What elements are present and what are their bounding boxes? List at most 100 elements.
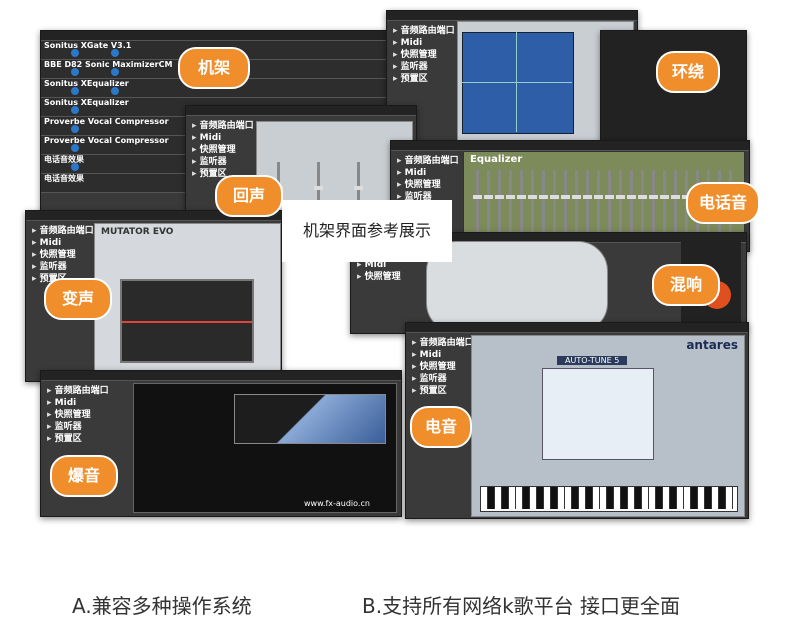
- piano-key[interactable]: [614, 487, 621, 509]
- sidebar-item[interactable]: 快照管理: [47, 409, 109, 421]
- piano-key[interactable]: [705, 487, 712, 509]
- sidebar-item[interactable]: 快照管理: [357, 271, 419, 283]
- piano-key[interactable]: [572, 487, 579, 509]
- piano-key[interactable]: [530, 487, 537, 509]
- sidebar-item[interactable]: 快照管理: [412, 361, 474, 373]
- piano-key[interactable]: [663, 487, 670, 509]
- piano-keyboard[interactable]: [480, 486, 738, 512]
- eq-fader[interactable]: [671, 170, 680, 232]
- eq-fader[interactable]: [550, 170, 559, 232]
- rack-titlebar: [41, 31, 396, 41]
- sidebar-item[interactable]: 快照管理: [32, 249, 94, 261]
- piano-key[interactable]: [670, 487, 677, 509]
- sidebar-item[interactable]: 音频路由端口: [393, 25, 455, 37]
- piano-key[interactable]: [509, 487, 516, 509]
- eq-fader[interactable]: [484, 170, 493, 232]
- eq-fader[interactable]: [528, 170, 537, 232]
- piano-key[interactable]: [677, 487, 684, 509]
- eq-fader[interactable]: [583, 170, 592, 232]
- sidebar-item[interactable]: Midi: [412, 349, 474, 361]
- piano-key[interactable]: [712, 487, 719, 509]
- piano-key[interactable]: [656, 487, 663, 509]
- piano-key[interactable]: [698, 487, 705, 509]
- piano-key[interactable]: [635, 487, 642, 509]
- sidebar-item[interactable]: 音频路由端口: [412, 337, 474, 349]
- eq-fader[interactable]: [605, 170, 614, 232]
- badge-phone: 电话音: [686, 182, 760, 224]
- autotune-grid: [542, 368, 654, 460]
- piano-key[interactable]: [726, 487, 733, 509]
- surround-titlebar: [387, 11, 637, 21]
- burst-footer: www.fx-audio.cn: [304, 499, 370, 508]
- piano-key[interactable]: [495, 487, 502, 509]
- eq-fader[interactable]: [627, 170, 636, 232]
- sidebar-item[interactable]: Midi: [47, 397, 109, 409]
- eq-fader[interactable]: [638, 170, 647, 232]
- mutator-sidebar: 音频路由端口 Midi 快照管理 监听器 预置区: [32, 225, 94, 285]
- piano-key[interactable]: [649, 487, 656, 509]
- burst-sidebar: 音频路由端口 Midi 快照管理 监听器 预置区: [47, 385, 109, 445]
- piano-key[interactable]: [579, 487, 586, 509]
- piano-key[interactable]: [719, 487, 726, 509]
- autotune-title: AUTO-TUNE 5: [557, 356, 628, 365]
- sidebar-item[interactable]: 快照管理: [397, 179, 459, 191]
- sidebar-item[interactable]: 监听器: [393, 61, 455, 73]
- eq-fader[interactable]: [561, 170, 570, 232]
- piano-key[interactable]: [551, 487, 558, 509]
- piano-key[interactable]: [565, 487, 572, 509]
- piano-key[interactable]: [516, 487, 523, 509]
- piano-key[interactable]: [502, 487, 509, 509]
- sidebar-item[interactable]: 预置区: [393, 73, 455, 85]
- sidebar-item[interactable]: Midi: [397, 167, 459, 179]
- eq-fader[interactable]: [660, 170, 669, 232]
- piano-key[interactable]: [607, 487, 614, 509]
- sidebar-item[interactable]: 音频路由端口: [47, 385, 109, 397]
- badge-echo: 回声: [215, 175, 283, 217]
- piano-key[interactable]: [600, 487, 607, 509]
- eq-fader[interactable]: [517, 170, 526, 232]
- piano-key[interactable]: [544, 487, 551, 509]
- sidebar-item[interactable]: 预置区: [47, 433, 109, 445]
- surround-pad-h: [462, 82, 572, 83]
- eq-fader[interactable]: [572, 170, 581, 232]
- sidebar-item[interactable]: 监听器: [192, 156, 254, 168]
- piano-key[interactable]: [733, 487, 737, 509]
- surround-pad[interactable]: [462, 32, 574, 134]
- sidebar-item[interactable]: 监听器: [47, 421, 109, 433]
- eq-fader[interactable]: [473, 170, 482, 232]
- surround-pad-v: [516, 32, 517, 132]
- sidebar-item[interactable]: 快照管理: [393, 49, 455, 61]
- sidebar-item[interactable]: 监听器: [412, 373, 474, 385]
- sidebar-item[interactable]: 监听器: [32, 261, 94, 273]
- sidebar-item[interactable]: 快照管理: [192, 144, 254, 156]
- burst-graph: [234, 394, 386, 444]
- piano-key[interactable]: [537, 487, 544, 509]
- eq-fader[interactable]: [495, 170, 504, 232]
- piano-key[interactable]: [684, 487, 691, 509]
- sidebar-item[interactable]: 音频路由端口: [397, 155, 459, 167]
- piano-key[interactable]: [628, 487, 635, 509]
- sidebar-item[interactable]: Midi: [32, 237, 94, 249]
- sidebar-item[interactable]: Midi: [192, 132, 254, 144]
- sidebar-item[interactable]: Midi: [393, 37, 455, 49]
- piano-key[interactable]: [523, 487, 530, 509]
- eq-fader[interactable]: [616, 170, 625, 232]
- sidebar-item[interactable]: 音频路由端口: [192, 120, 254, 132]
- eq-fader[interactable]: [506, 170, 515, 232]
- piano-key[interactable]: [558, 487, 565, 509]
- eq-fader[interactable]: [539, 170, 548, 232]
- piano-key[interactable]: [586, 487, 593, 509]
- piano-key[interactable]: [691, 487, 698, 509]
- eq-fader[interactable]: [594, 170, 603, 232]
- sidebar-item[interactable]: 预置区: [412, 385, 474, 397]
- eq-fader[interactable]: [649, 170, 658, 232]
- sidebar-item[interactable]: 音频路由端口: [32, 225, 94, 237]
- mutator-screen: [120, 279, 254, 363]
- piano-key[interactable]: [642, 487, 649, 509]
- badge-surround: 环绕: [656, 51, 720, 93]
- badge-reverb: 混响: [652, 264, 720, 306]
- piano-key[interactable]: [593, 487, 600, 509]
- piano-key[interactable]: [481, 487, 488, 509]
- piano-key[interactable]: [488, 487, 495, 509]
- piano-key[interactable]: [621, 487, 628, 509]
